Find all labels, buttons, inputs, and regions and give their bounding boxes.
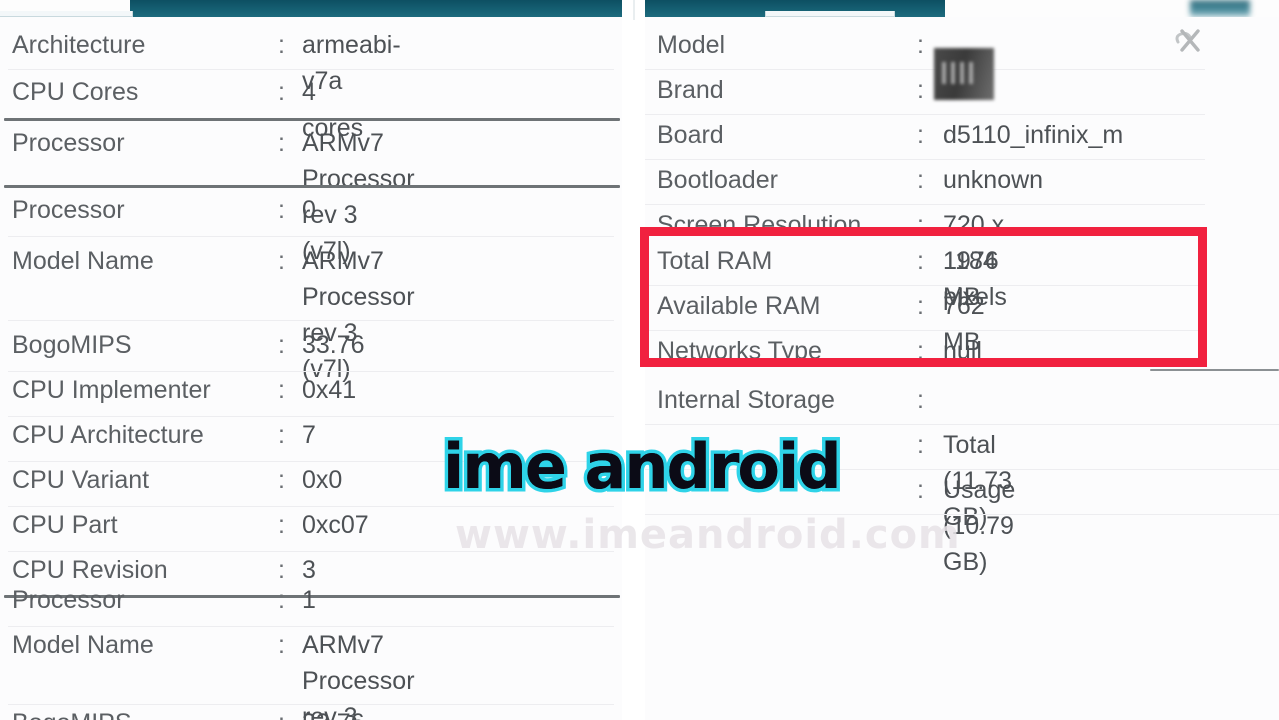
screenshot-root: Architecture : armeabi-v7a CPU Cores : 4… (0, 0, 1279, 720)
row-separator (645, 285, 1205, 286)
row-label: Model (657, 31, 726, 59)
panel-divider-gap (622, 0, 645, 720)
row-value: unknown (943, 166, 1044, 194)
row-label: Model Name (12, 631, 154, 659)
row-label: CPU Variant (12, 466, 150, 494)
group-divider (4, 118, 620, 121)
row-colon: : (278, 247, 285, 275)
row-colon: : (917, 337, 924, 365)
row-colon: : (278, 331, 285, 359)
row-colon: : (917, 476, 924, 504)
row-separator (645, 469, 1279, 470)
row-label: Architecture (12, 31, 146, 59)
row-colon: : (278, 466, 285, 494)
row-colon: : (917, 121, 924, 149)
row-label: Brand (657, 76, 724, 104)
group-divider (4, 185, 620, 188)
row-value: 0x41 (302, 376, 357, 404)
row-label: Bootloader (657, 166, 778, 194)
row-colon: : (917, 76, 924, 104)
panel-divider-line (633, 0, 635, 20)
row-label: Model Name (12, 247, 154, 275)
row-label: Available RAM (657, 292, 821, 320)
row-colon: : (917, 292, 924, 320)
row-value: d5110_infinix_m (943, 121, 1124, 149)
row-separator (645, 159, 1205, 160)
device-info-panel: Model : Brand : Board : d5110_infinix_m … (645, 17, 1279, 720)
row-colon: : (278, 129, 285, 157)
group-divider (1150, 369, 1279, 371)
row-label: Processor (12, 129, 125, 157)
row-label: Networks Type (657, 337, 822, 365)
row-colon: : (917, 386, 924, 414)
row-label: CPU Part (12, 511, 118, 539)
row-colon: : (278, 586, 285, 614)
row-label: Total RAM (657, 247, 773, 275)
row-value: 33.76 (302, 331, 365, 359)
row-value: null (943, 337, 982, 365)
row-colon: : (278, 421, 285, 449)
row-separator (8, 236, 614, 237)
row-label: Screen Resolution (657, 211, 862, 239)
row-separator (8, 320, 614, 321)
row-label: Internal Storage (657, 386, 835, 414)
row-colon: : (278, 511, 285, 539)
row-label: CPU Cores (12, 78, 139, 106)
row-separator (645, 114, 1205, 115)
right-app-bar-edge (1190, 0, 1250, 17)
row-colon: : (278, 78, 285, 106)
row-colon: : (917, 247, 924, 275)
row-colon: : (917, 166, 924, 194)
row-label: CPU Architecture (12, 421, 204, 449)
row-value: 1 (302, 586, 316, 614)
row-label: Processor (12, 586, 125, 614)
row-label: CPU Implementer (12, 376, 211, 404)
row-label: BogoMIPS (12, 331, 132, 359)
close-icon[interactable] (1168, 20, 1210, 60)
row-colon: : (278, 631, 285, 659)
row-label: Board (657, 121, 724, 149)
brand-value-redaction (934, 48, 994, 100)
row-colon: : (917, 31, 924, 59)
row-label: Processor (12, 196, 125, 224)
row-colon: : (917, 211, 924, 239)
cpu-info-panel: Architecture : armeabi-v7a CPU Cores : 4… (0, 17, 622, 720)
row-colon: : (278, 196, 285, 224)
left-app-bar (130, 0, 622, 17)
row-separator (645, 424, 1279, 425)
row-separator (8, 69, 614, 70)
row-colon: : (917, 431, 924, 459)
row-value: 0x0 (302, 466, 343, 494)
row-value: ARMv7 Processor rev 3 (v7l) (302, 247, 415, 383)
row-colon: : (278, 376, 285, 404)
row-separator (645, 330, 1205, 331)
watermark-url: www.imeandroid.com (455, 512, 961, 558)
row-separator (645, 204, 1205, 205)
row-value: 7 (302, 421, 316, 449)
row-colon: : (278, 31, 285, 59)
row-value: 0 (302, 196, 316, 224)
row-separator (645, 69, 1205, 70)
row-value: 0xc07 (302, 511, 369, 539)
